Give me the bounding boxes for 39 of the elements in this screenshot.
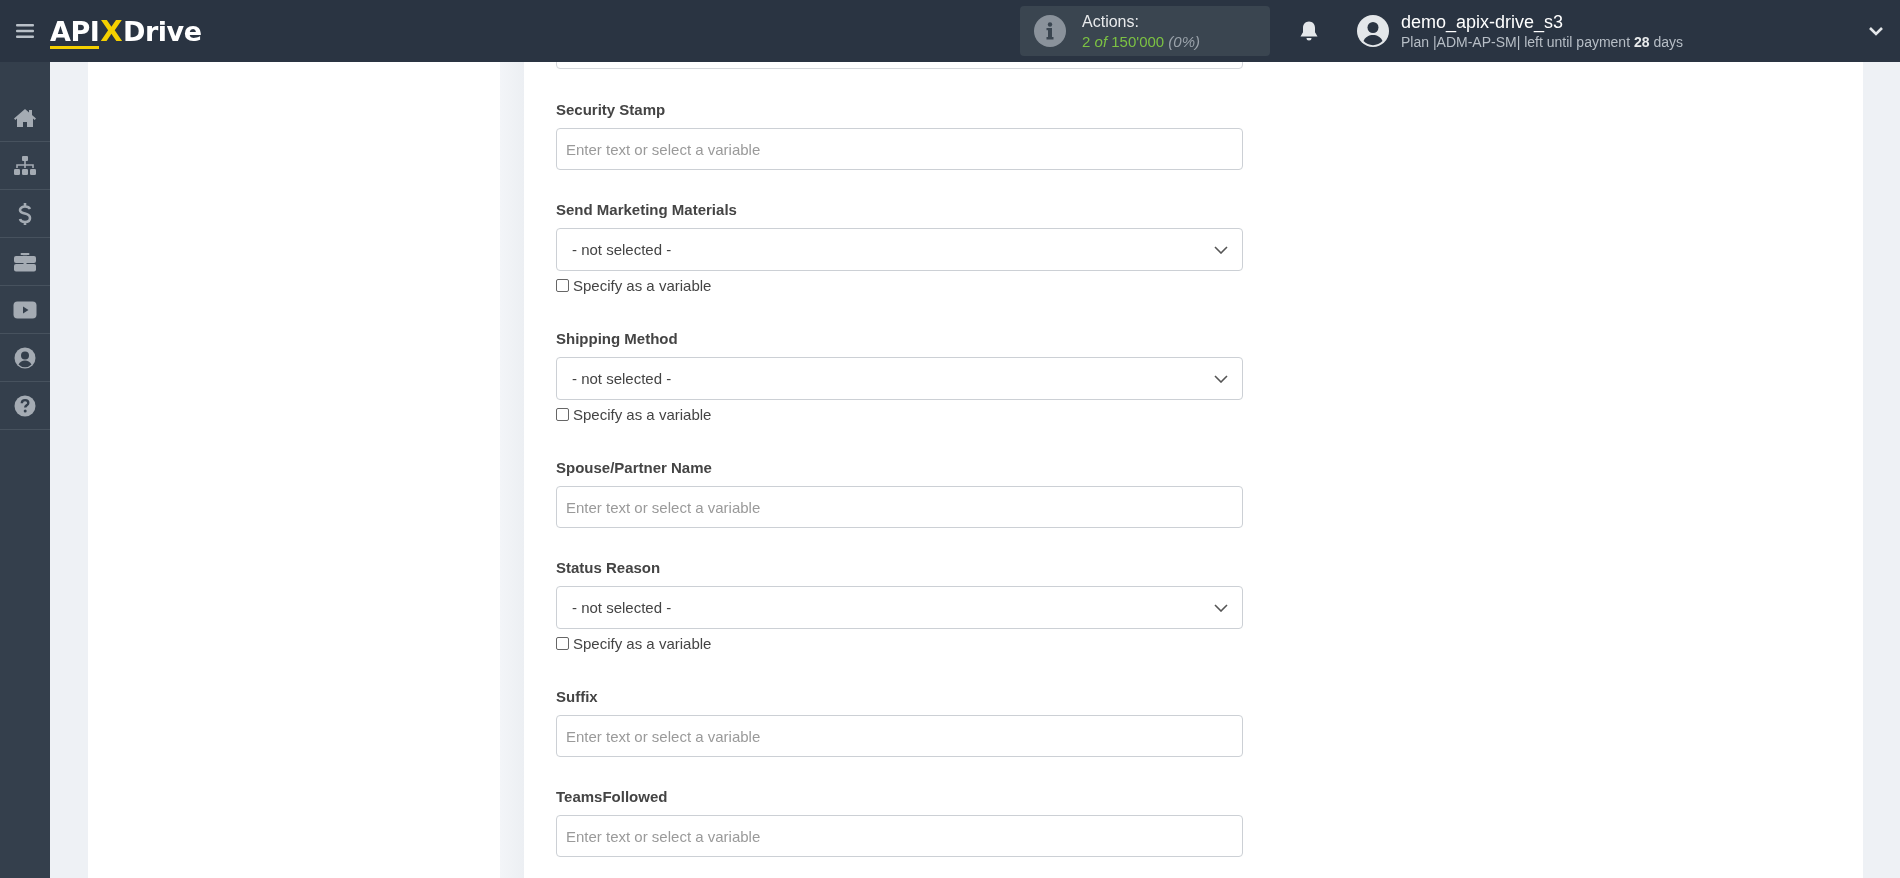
chevron-down-icon[interactable]: [1214, 603, 1228, 612]
plan-info: Plan |ADM-AP-SM| left until payment 28 days: [1401, 34, 1683, 50]
field-label: TeamsFollowed: [556, 788, 669, 805]
sitemap-icon[interactable]: [13, 155, 37, 176]
checkbox-label[interactable]: Specify as a variable: [573, 635, 712, 652]
field-label: Shipping Method: [556, 330, 679, 347]
chevron-down-icon[interactable]: [1214, 245, 1228, 254]
checkbox-label[interactable]: Specify as a variable: [573, 406, 712, 423]
help-icon[interactable]: [14, 394, 36, 417]
select-dropdown[interactable]: - not selected -: [556, 228, 1243, 271]
field-label: Status Reason: [556, 559, 662, 576]
checkbox[interactable]: [556, 279, 569, 292]
username[interactable]: demo_apix-drive_s3: [1401, 12, 1683, 33]
briefcase-icon[interactable]: [13, 251, 37, 272]
select-dropdown[interactable]: - not selected -: [556, 586, 1243, 629]
field-label: Suffix: [556, 688, 599, 705]
home-icon[interactable]: [13, 108, 37, 128]
bell-icon[interactable]: [1299, 20, 1320, 42]
field-label: Send Marketing Materials: [556, 201, 738, 218]
checkbox[interactable]: [556, 408, 569, 421]
input-field[interactable]: Enter text or select a variable: [556, 128, 1243, 170]
menu-icon[interactable]: [16, 24, 34, 38]
user-icon[interactable]: [14, 346, 36, 369]
checkbox-label[interactable]: Specify as a variable: [573, 277, 712, 294]
logo[interactable]: APIXDrive: [50, 13, 202, 49]
input-field[interactable]: Enter text or select a variable: [556, 715, 1243, 757]
input-field[interactable]: Enter text or select a variable: [556, 486, 1243, 528]
dollar-icon[interactable]: [18, 201, 32, 226]
select-dropdown[interactable]: - not selected -: [556, 357, 1243, 400]
chevron-down-icon[interactable]: [1214, 374, 1228, 383]
video-icon[interactable]: [13, 300, 37, 319]
actions-count: 2 of 150'000 (0%): [1082, 32, 1200, 50]
info-icon: [1034, 15, 1067, 47]
input-field[interactable]: Enter text or select a variable: [556, 815, 1243, 857]
avatar-icon[interactable]: [1357, 15, 1390, 47]
field-label: Security Stamp: [556, 101, 667, 118]
field-label: Spouse/Partner Name: [556, 459, 713, 476]
actions-label: Actions:: [1082, 12, 1140, 31]
checkbox[interactable]: [556, 637, 569, 650]
